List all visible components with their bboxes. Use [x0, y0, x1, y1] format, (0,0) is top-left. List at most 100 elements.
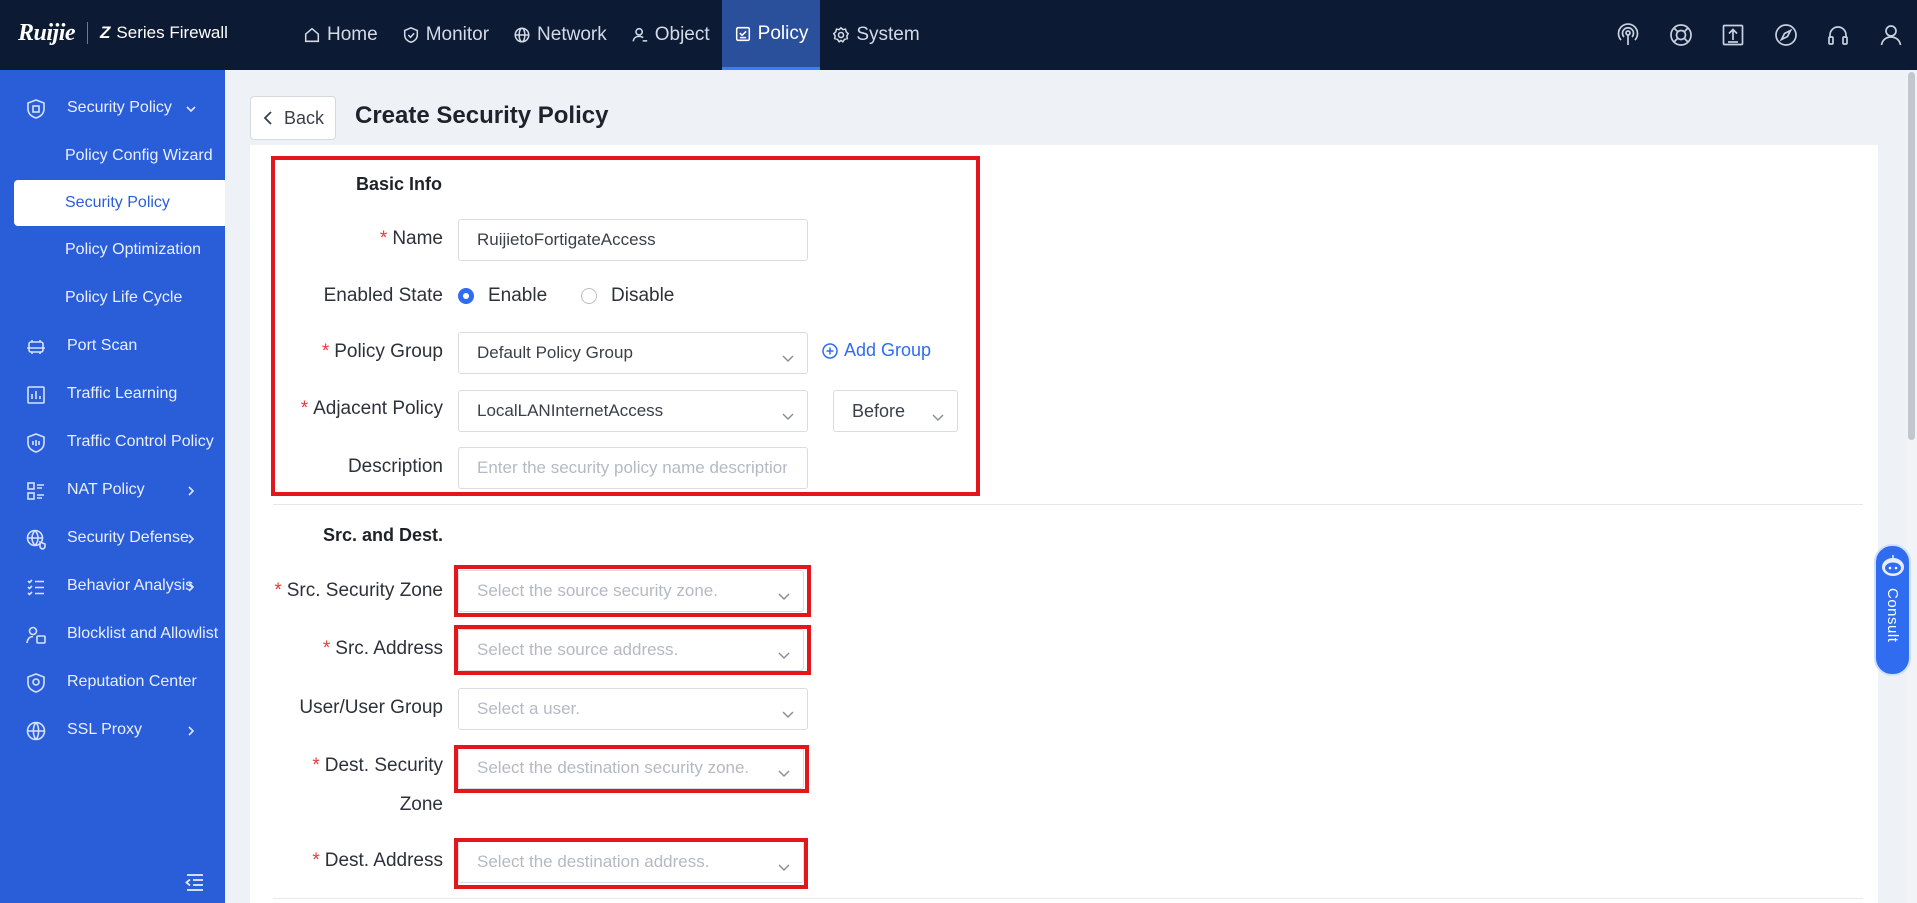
src-address-label: * Src. Address	[322, 638, 443, 659]
policy-group-select[interactable]: Default Policy Group	[458, 332, 808, 374]
nav-system[interactable]: System	[820, 0, 931, 70]
name-label: * Name	[379, 228, 443, 249]
shield-icon	[403, 26, 418, 43]
sidebar-item-blocklist-allowlist[interactable]: Blocklist and Allowlist	[0, 614, 225, 654]
page-title: Create Security Policy	[355, 102, 609, 129]
top-bar: Ruijie Z Series Firewall Home Monitor Ne…	[0, 0, 1917, 70]
description-input[interactable]: Enter the security policy name descripti…	[458, 447, 808, 489]
required-marker: *	[312, 755, 320, 776]
traffic-shield-icon	[27, 433, 45, 453]
sidebar-item-traffic-control-policy[interactable]: Traffic Control Policy	[0, 422, 225, 462]
nav-policy[interactable]: Policy	[721, 0, 821, 70]
chevron-down-icon	[778, 864, 790, 872]
src-dest-title: Src. and Dest.	[323, 525, 444, 545]
dest-address-label: * Dest. Address	[312, 850, 443, 871]
bar-chart-icon	[27, 386, 45, 404]
sidebar-item-policy-optimization[interactable]: Policy Optimization	[0, 227, 225, 273]
enable-radio[interactable]: Enable	[458, 285, 547, 307]
chevron-down-icon	[932, 414, 944, 422]
collapse-sidebar-button[interactable]	[183, 872, 205, 892]
disable-radio[interactable]: Disable	[581, 285, 674, 307]
src-security-zone-select[interactable]: Select the source security zone.	[458, 570, 804, 612]
sidebar-item-security-policy[interactable]: Security Policy	[14, 180, 225, 226]
user-object-icon	[632, 27, 647, 42]
chevron-down-icon	[778, 770, 790, 778]
sidebar-item-ssl-proxy[interactable]: SSL Proxy	[0, 710, 225, 750]
sidebar-item-security-policy-group[interactable]: Security Policy	[0, 88, 225, 128]
add-group-link[interactable]: Add Group	[822, 340, 931, 361]
sidebar-item-behavior-analysis[interactable]: Behavior Analysis	[0, 566, 225, 606]
chevron-down-icon	[778, 652, 790, 660]
adjacent-policy-label: * Adjacent Policy	[300, 398, 443, 419]
sidebar-item-security-defense[interactable]: Security Defense	[0, 518, 225, 558]
policy-position-select[interactable]: Before	[833, 390, 958, 432]
shield-policy-icon	[27, 99, 45, 119]
nav-monitor[interactable]: Monitor	[390, 0, 501, 70]
user-group-label: User/User Group	[299, 697, 443, 718]
top-toolbar	[1602, 0, 1917, 70]
description-label: Description	[347, 456, 443, 477]
compass-tool[interactable]	[1760, 0, 1813, 70]
chevron-right-icon	[188, 486, 195, 496]
name-input[interactable]: RuijietoFortigateAccess	[458, 219, 808, 261]
gear-icon	[833, 26, 850, 43]
main-nav: Home Monitor Network Object Policy Syste…	[291, 0, 932, 70]
adjacent-policy-select[interactable]: LocalLANInternetAccess	[458, 390, 808, 432]
dest-address-select[interactable]: Select the destination address.	[458, 841, 804, 883]
sidebar: Security Policy Policy Config Wizard Sec…	[0, 70, 225, 903]
required-marker: *	[312, 850, 320, 871]
nav-network[interactable]: Network	[501, 0, 619, 70]
required-marker: *	[322, 638, 331, 659]
consult-button[interactable]: Consult	[1874, 544, 1911, 676]
chevron-down-icon	[782, 355, 794, 363]
upload-icon	[1722, 24, 1744, 46]
policy-icon	[735, 26, 750, 41]
sidebar-item-policy-life-cycle[interactable]: Policy Life Cycle	[0, 275, 225, 321]
nav-home[interactable]: Home	[291, 0, 390, 70]
chevron-down-icon	[782, 413, 794, 421]
defense-globe-icon	[26, 529, 46, 550]
sidebar-item-nat-policy[interactable]: NAT Policy	[0, 470, 225, 510]
dest-security-zone-select[interactable]: Select the destination security zone.	[458, 747, 804, 789]
plus-circle-icon	[822, 342, 838, 359]
chatbot-icon	[1881, 555, 1904, 576]
ruijie-logo: Ruijie	[18, 19, 76, 46]
src-address-select[interactable]: Select the source address.	[458, 629, 804, 671]
account-tool[interactable]	[1865, 0, 1917, 70]
sidebar-item-traffic-learning[interactable]: Traffic Learning	[0, 374, 225, 414]
page-scrollbar-thumb[interactable]	[1908, 72, 1915, 440]
user-group-select[interactable]: Select a user.	[458, 688, 808, 730]
user-icon	[1880, 25, 1902, 46]
chevron-down-icon	[782, 711, 794, 719]
sidebar-item-reputation-center[interactable]: Reputation Center	[0, 662, 225, 702]
upload-tool[interactable]	[1707, 0, 1760, 70]
chevron-right-icon	[188, 726, 195, 736]
chevron-left-icon	[263, 111, 272, 125]
required-marker: *	[274, 580, 282, 601]
chevron-right-icon	[188, 534, 195, 544]
ssl-icon	[26, 721, 46, 741]
required-marker: *	[321, 341, 330, 362]
required-marker: *	[379, 228, 388, 249]
nav-object[interactable]: Object	[619, 0, 722, 70]
back-button[interactable]: Back	[250, 96, 336, 140]
sidebar-item-port-scan[interactable]: Port Scan	[0, 326, 225, 366]
home-icon	[304, 27, 320, 43]
enabled-state-label: Enabled State	[323, 285, 443, 306]
user-list-icon	[26, 626, 46, 644]
globe-icon	[514, 27, 530, 43]
help-tool[interactable]	[1655, 0, 1708, 70]
z-series-mark: Z	[100, 23, 111, 42]
chevron-down-icon	[186, 106, 196, 113]
sidebar-item-policy-config-wizard[interactable]: Policy Config Wizard	[0, 133, 225, 179]
radio-unchecked-icon	[581, 288, 597, 304]
logo-divider	[87, 22, 89, 44]
checklist-icon	[27, 579, 44, 596]
product-name: Z Series Firewall	[100, 23, 228, 42]
support-tool[interactable]	[1812, 0, 1865, 70]
help-lifebuoy-icon	[1669, 24, 1692, 46]
dest-security-zone-label: * Dest. Security	[312, 755, 443, 776]
policy-group-label: * Policy Group	[321, 341, 443, 362]
signal-tool[interactable]	[1602, 0, 1655, 70]
brand-logo[interactable]: Ruijie Z Series Firewall	[18, 18, 228, 48]
